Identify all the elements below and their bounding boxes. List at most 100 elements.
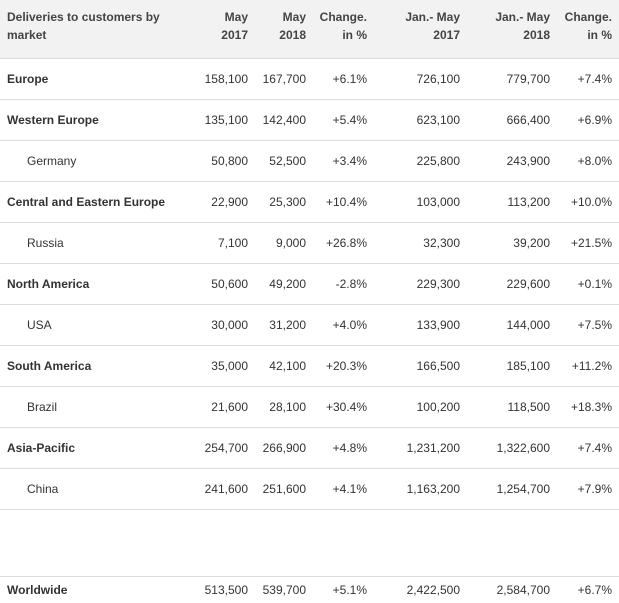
row-jan-may-2017: 726,100: [416, 72, 460, 86]
row-may-2017: 7,100: [217, 236, 248, 250]
row-market-label: China: [27, 482, 59, 496]
row-change-jan-may: +8.0%: [577, 154, 612, 168]
row-jan-may-2017: 229,300: [416, 277, 460, 291]
row-jan-may-2018: 243,900: [506, 154, 550, 168]
row-may-2017: 241,600: [204, 482, 248, 496]
row-may-2018: 49,200: [269, 277, 306, 291]
row-change-may: +6.1%: [332, 72, 367, 86]
row-jan-may-2017: 32,300: [423, 236, 460, 250]
row-may-2018: 28,100: [269, 400, 306, 414]
header-market-line2: market: [7, 28, 47, 42]
row-may-2018: 251,600: [262, 482, 306, 496]
row-market-label: Brazil: [27, 400, 58, 414]
row-jan-may-2018: 2,584,700: [496, 583, 550, 597]
row-jan-may-2018: 1,322,600: [496, 441, 550, 455]
row-change-jan-may: +7.5%: [577, 318, 612, 332]
row-may-2017: 254,700: [204, 441, 248, 455]
header-change-jan-may-line1: Change.: [564, 10, 612, 24]
row-jan-may-2018: 39,200: [513, 236, 550, 250]
header-may-2017-line2: 2017: [221, 28, 248, 42]
table-row-south-america: South America 35,000 42,100 +20.3% 166,5…: [0, 346, 619, 387]
row-jan-may-2017: 1,231,200: [406, 441, 460, 455]
row-market-label: Asia-Pacific: [7, 441, 76, 455]
header-change-may: Change. in %: [308, 0, 367, 44]
row-jan-may-2018: 229,600: [506, 277, 550, 291]
row-market-label: Germany: [27, 154, 77, 168]
row-may-2017: 35,000: [211, 359, 248, 373]
row-jan-may-2018: 666,400: [506, 113, 550, 127]
row-may-2018: 31,200: [269, 318, 306, 332]
table-row-europe: Europe 158,100 167,700 +6.1% 726,100 779…: [0, 59, 619, 100]
table-row-worldwide: Worldwide 513,500 539,700 +5.1% 2,422,50…: [0, 577, 619, 603]
row-market-label: North America: [7, 277, 90, 291]
table-header: Deliveries to customers by market May 20…: [0, 0, 619, 59]
row-jan-may-2018: 118,500: [507, 400, 551, 414]
row-market-label: Worldwide: [7, 583, 68, 597]
row-change-jan-may: +6.7%: [577, 583, 612, 597]
row-may-2018: 539,700: [262, 583, 306, 597]
header-change-may-line1: Change.: [319, 10, 367, 24]
row-market-label: Russia: [27, 236, 64, 250]
row-jan-may-2017: 103,000: [416, 195, 460, 209]
row-market-label: South America: [7, 359, 92, 373]
table-row-north-america: North America 50,600 49,200 -2.8% 229,30…: [0, 264, 619, 305]
header-jan-may-2017-line2: 2017: [433, 28, 460, 42]
table-row-china: China 241,600 251,600 +4.1% 1,163,200 1,…: [0, 469, 619, 510]
row-jan-may-2017: 1,163,200: [406, 482, 460, 496]
row-may-2018: 9,000: [275, 236, 306, 250]
row-change-may: +4.8%: [332, 441, 367, 455]
row-jan-may-2017: 225,800: [416, 154, 460, 168]
table-row-usa: USA 30,000 31,200 +4.0% 133,900 144,000 …: [0, 305, 619, 346]
row-change-jan-may: +7.9%: [577, 482, 612, 496]
row-change-jan-may: +18.3%: [570, 400, 612, 414]
row-may-2018: 167,700: [262, 72, 306, 86]
row-change-jan-may: +11.2%: [571, 359, 612, 373]
row-jan-may-2018: 144,000: [506, 318, 550, 332]
row-may-2017: 135,100: [204, 113, 248, 127]
row-may-2017: 50,600: [211, 277, 248, 291]
row-jan-may-2018: 1,254,700: [496, 482, 550, 496]
row-may-2017: 513,500: [204, 583, 248, 597]
row-jan-may-2018: 185,100: [506, 359, 550, 373]
row-change-may: +20.3%: [325, 359, 367, 373]
row-may-2017: 22,900: [211, 195, 248, 209]
header-market: Deliveries to customers by market: [7, 0, 197, 44]
row-market-label: USA: [27, 318, 52, 332]
table-row-germany: Germany 50,800 52,500 +3.4% 225,800 243,…: [0, 141, 619, 182]
table-row-central-eastern-europe: Central and Eastern Europe 22,900 25,300…: [0, 182, 619, 223]
header-may-2018-line2: 2018: [279, 28, 306, 42]
row-may-2018: 25,300: [269, 195, 306, 209]
row-change-may: +26.8%: [325, 236, 367, 250]
row-change-jan-may: +10.0%: [570, 195, 612, 209]
table-row-asia-pacific: Asia-Pacific 254,700 266,900 +4.8% 1,231…: [0, 428, 619, 469]
row-change-jan-may: +7.4%: [577, 441, 612, 455]
row-change-may: +5.1%: [332, 583, 367, 597]
row-change-jan-may: +0.1%: [577, 277, 612, 291]
header-jan-may-2017: Jan.- May 2017: [380, 0, 460, 44]
table-row-russia: Russia 7,100 9,000 +26.8% 32,300 39,200 …: [0, 223, 619, 264]
row-may-2017: 158,100: [204, 72, 248, 86]
header-market-line1: Deliveries to customers by: [7, 10, 160, 24]
header-may-2018: May 2018: [250, 0, 306, 44]
row-may-2017: 50,800: [211, 154, 248, 168]
row-jan-may-2018: 113,200: [507, 195, 551, 209]
row-jan-may-2017: 166,500: [416, 359, 460, 373]
header-jan-may-2018: Jan.- May 2018: [470, 0, 550, 44]
row-may-2018: 266,900: [262, 441, 306, 455]
header-change-jan-may: Change. in %: [553, 0, 612, 44]
deliveries-table: Deliveries to customers by market May 20…: [0, 0, 619, 603]
table-row-brazil: Brazil 21,600 28,100 +30.4% 100,200 118,…: [0, 387, 619, 428]
row-change-may: +10.4%: [325, 195, 367, 209]
row-change-jan-may: +6.9%: [577, 113, 612, 127]
row-jan-may-2017: 100,200: [416, 400, 460, 414]
header-jan-may-2017-line1: Jan.- May: [405, 10, 460, 24]
header-may-2017-line1: May: [224, 10, 248, 24]
row-market-label: Central and Eastern Europe: [7, 195, 166, 209]
header-change-may-line2: in %: [342, 28, 367, 42]
row-change-may: +5.4%: [332, 113, 367, 127]
row-market-label: Europe: [7, 72, 49, 86]
row-change-jan-may: +7.4%: [577, 72, 612, 86]
header-jan-may-2018-line2: 2018: [523, 28, 550, 42]
row-may-2017: 21,600: [211, 400, 248, 414]
row-may-2018: 42,100: [269, 359, 306, 373]
